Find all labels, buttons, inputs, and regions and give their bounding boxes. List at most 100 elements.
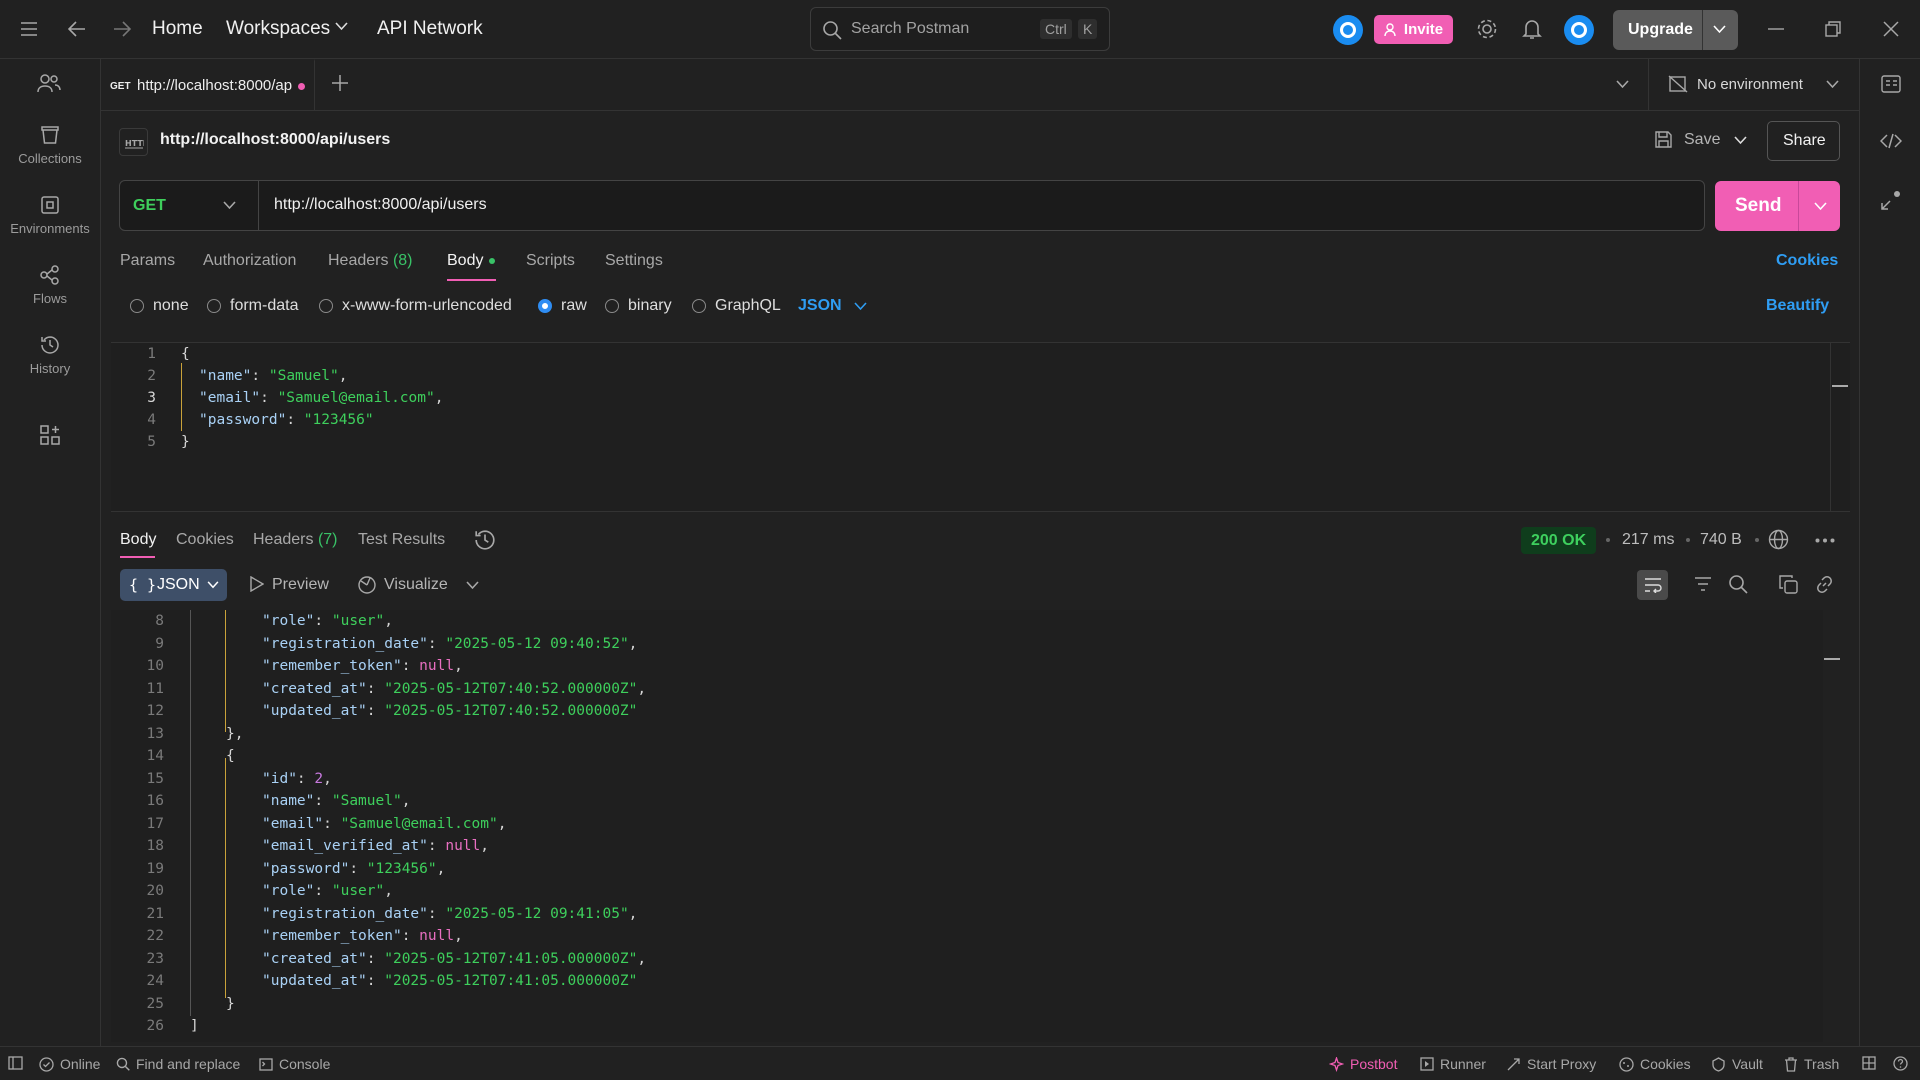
- settings-gear-icon[interactable]: [1472, 14, 1502, 44]
- environment-quick-look-icon[interactable]: [1881, 75, 1901, 93]
- hamburger-menu-icon[interactable]: [14, 14, 44, 44]
- tab-authorization[interactable]: Authorization: [203, 252, 296, 270]
- tab-settings[interactable]: Settings: [605, 252, 663, 270]
- json-key: "name": [262, 793, 315, 809]
- environment-selector[interactable]: No environment: [1697, 76, 1803, 93]
- tab-body[interactable]: Body: [447, 252, 483, 270]
- status-badge[interactable]: 200 OK: [1521, 527, 1597, 554]
- online-status[interactable]: Online: [39, 1056, 100, 1072]
- console-icon: [259, 1057, 273, 1071]
- find-and-replace[interactable]: Find and replace: [116, 1056, 240, 1072]
- response-headers-label: Headers: [253, 531, 314, 548]
- right-rail: [1859, 111, 1920, 1046]
- send-options-chevron-icon[interactable]: [1814, 202, 1827, 211]
- wrap-lines-icon[interactable]: [1637, 570, 1668, 600]
- code-snippet-icon[interactable]: [1880, 133, 1902, 149]
- search-box[interactable]: Search Postman Ctrl K: [810, 7, 1110, 51]
- json-key: "name": [199, 368, 252, 384]
- radio-graphql[interactable]: GraphQL: [692, 297, 781, 315]
- visualize-button[interactable]: Visualize: [384, 576, 448, 594]
- response-tab-body[interactable]: Body: [120, 531, 156, 549]
- visualize-chevron-icon[interactable]: [466, 581, 479, 590]
- minimize-window-icon[interactable]: [1761, 14, 1791, 44]
- tab-params[interactable]: Params: [120, 252, 175, 270]
- flows-icon: [0, 265, 100, 285]
- response-time[interactable]: 217 ms: [1622, 531, 1674, 549]
- response-size[interactable]: 740 B: [1700, 531, 1742, 549]
- help-icon[interactable]: [1893, 1056, 1908, 1071]
- response-tab-cookies[interactable]: Cookies: [176, 531, 234, 549]
- vault[interactable]: Vault: [1711, 1056, 1763, 1072]
- sidebar-item-collections[interactable]: Collections: [0, 125, 100, 166]
- link-icon[interactable]: [1815, 575, 1834, 594]
- request-title[interactable]: http://localhost:8000/api/users: [160, 131, 390, 149]
- request-body-editor[interactable]: 1 2 3 4 5 { "name": "Samuel", "email": "…: [111, 342, 1850, 512]
- tab-scripts[interactable]: Scripts: [526, 252, 575, 270]
- response-format-select[interactable]: { } JSON: [120, 569, 227, 601]
- copy-icon[interactable]: [1779, 575, 1798, 594]
- response-scroll-marker[interactable]: [1824, 658, 1840, 660]
- url-input[interactable]: http://localhost:8000/api/users: [274, 196, 487, 214]
- format-chevron-icon[interactable]: [854, 302, 867, 311]
- json-string: "Samuel": [268, 368, 339, 384]
- radio-raw[interactable]: raw: [538, 297, 587, 315]
- postbot-avatar-icon[interactable]: [1333, 15, 1363, 45]
- sidebar-item-history[interactable]: History: [0, 335, 100, 376]
- response-body-viewer[interactable]: 8 9 10 11 12 13 14 15 16 17 18 19 20 21 …: [111, 610, 1823, 1042]
- cookies-link[interactable]: Cookies: [1776, 252, 1838, 270]
- close-window-icon[interactable]: [1876, 14, 1906, 44]
- console-label: Console: [279, 1056, 331, 1072]
- radio-binary[interactable]: binary: [605, 297, 672, 315]
- runner[interactable]: Runner: [1420, 1056, 1486, 1072]
- start-proxy[interactable]: Start Proxy: [1506, 1056, 1596, 1072]
- nav-workspaces[interactable]: Workspaces: [226, 18, 330, 40]
- new-tab-plus-icon[interactable]: [331, 74, 349, 92]
- trash[interactable]: Trash: [1784, 1056, 1839, 1072]
- back-arrow-icon[interactable]: [62, 14, 92, 44]
- send-button[interactable]: Send: [1715, 181, 1840, 231]
- tabs-overflow-chevron-icon[interactable]: [1616, 80, 1629, 89]
- upgrade-chevron-icon[interactable]: [1713, 25, 1726, 34]
- json-string: "user": [331, 883, 385, 899]
- response-tab-test-results[interactable]: Test Results: [358, 531, 445, 549]
- request-tab[interactable]: GET http://localhost:8000/ap: [101, 59, 315, 111]
- team-icon[interactable]: [37, 73, 61, 93]
- tab-headers[interactable]: Headers (8): [328, 252, 413, 270]
- radio-none[interactable]: none: [130, 297, 189, 315]
- save-button[interactable]: Save: [1684, 131, 1720, 149]
- nav-api-network[interactable]: API Network: [377, 18, 483, 40]
- add-apps-icon[interactable]: [40, 425, 60, 445]
- console[interactable]: Console: [259, 1056, 330, 1072]
- preview-button[interactable]: Preview: [272, 576, 329, 594]
- sidebar-item-flows[interactable]: Flows: [0, 265, 100, 306]
- more-options-icon[interactable]: [1815, 538, 1835, 543]
- related-collections-icon[interactable]: [1880, 189, 1902, 211]
- nav-home[interactable]: Home: [152, 18, 203, 40]
- upgrade-button[interactable]: Upgrade: [1613, 10, 1738, 50]
- layout-grid-icon[interactable]: [1862, 1056, 1876, 1070]
- method-select[interactable]: GET: [120, 181, 259, 230]
- filter-icon[interactable]: [1694, 576, 1712, 592]
- toggle-sidebar-icon[interactable]: [8, 1056, 23, 1070]
- radio-urlencoded[interactable]: x-www-form-urlencoded: [319, 297, 512, 315]
- save-options-chevron-icon[interactable]: [1734, 136, 1747, 145]
- response-history-icon[interactable]: [474, 529, 496, 551]
- chevron-down-icon[interactable]: [335, 22, 348, 31]
- notifications-bell-icon[interactable]: [1517, 14, 1547, 44]
- response-tab-headers[interactable]: Headers (7): [253, 531, 338, 549]
- user-avatar[interactable]: [1564, 15, 1594, 45]
- json-key: "email": [262, 815, 324, 832]
- sidebar-item-environments[interactable]: Environments: [0, 195, 100, 236]
- environment-chevron-icon[interactable]: [1826, 80, 1839, 89]
- forward-arrow-icon[interactable]: [107, 14, 137, 44]
- cookies-status[interactable]: Cookies: [1619, 1056, 1691, 1072]
- body-format-select[interactable]: JSON: [798, 297, 842, 315]
- share-button[interactable]: Share: [1767, 121, 1840, 161]
- invite-button[interactable]: Invite: [1374, 15, 1453, 44]
- beautify-link[interactable]: Beautify: [1766, 297, 1829, 315]
- search-response-icon[interactable]: [1728, 574, 1748, 594]
- restore-window-icon[interactable]: [1818, 14, 1848, 44]
- radio-form-data[interactable]: form-data: [207, 297, 298, 315]
- postbot[interactable]: Postbot: [1329, 1056, 1397, 1072]
- network-globe-icon[interactable]: [1768, 529, 1789, 550]
